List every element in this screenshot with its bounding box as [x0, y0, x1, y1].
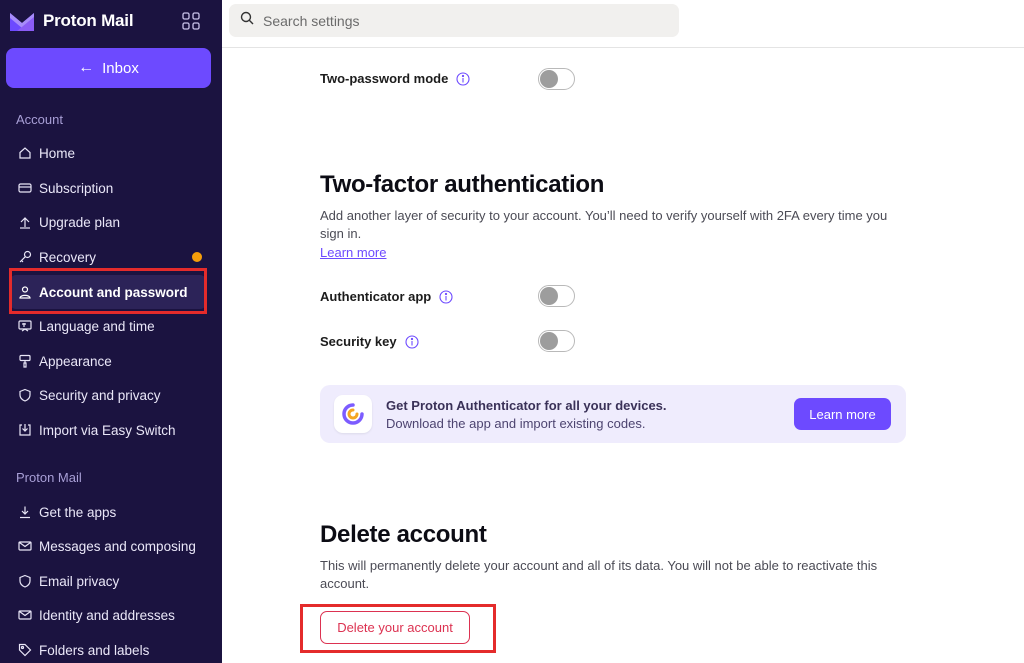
- sidebar-item-label: Home: [39, 145, 76, 161]
- brand[interactable]: Proton Mail: [9, 8, 134, 34]
- sidebar-item-home[interactable]: Home: [10, 136, 206, 170]
- authenticator-app-label: Authenticator app: [320, 289, 432, 304]
- sidebar-item-label: Appearance: [39, 353, 112, 369]
- section-label-proton-mail: Proton Mail: [16, 470, 82, 485]
- two-password-toggle[interactable]: [538, 68, 575, 90]
- sidebar-item-label: Security and privacy: [39, 387, 161, 403]
- inbox-button-label: Inbox: [102, 59, 139, 77]
- envelope-icon: [18, 539, 32, 553]
- twofa-description: Add another layer of security to your ac…: [320, 208, 888, 241]
- info-icon[interactable]: [456, 71, 470, 86]
- sidebar-item-subscription[interactable]: Subscription: [10, 171, 206, 205]
- section-label-account: Account: [16, 112, 63, 127]
- apps-grid-icon[interactable]: [181, 11, 201, 31]
- sidebar-item-upgrade-plan[interactable]: Upgrade plan: [10, 205, 206, 239]
- shield-icon: [18, 388, 32, 402]
- two-password-row: Two-password mode: [320, 71, 470, 86]
- search-box[interactable]: [229, 4, 679, 37]
- tag-icon: [18, 643, 32, 657]
- sidebar-item-label: Identity and addresses: [39, 607, 175, 623]
- envelope-icon: [18, 608, 32, 622]
- security-key-row: Security key: [320, 334, 419, 349]
- card-icon: [18, 181, 32, 195]
- sidebar-item-label: Recovery: [39, 249, 97, 265]
- search-input[interactable]: [263, 12, 663, 29]
- search-icon: [240, 11, 254, 30]
- settings-content: Two-password mode Two-factor authenticat…: [222, 49, 1024, 663]
- sidebar-item-label: Messages and composing: [39, 538, 196, 554]
- sidebar-item-label: Import via Easy Switch: [39, 422, 176, 438]
- sidebar-item-appearance[interactable]: Appearance: [10, 344, 206, 378]
- sidebar-item-folders-and-labels[interactable]: Folders and labels: [10, 633, 206, 663]
- sidebar-item-label: Upgrade plan: [39, 214, 121, 230]
- security-key-toggle[interactable]: [538, 330, 575, 352]
- shield-icon: [18, 574, 32, 588]
- sidebar-item-email-privacy[interactable]: Email privacy: [10, 564, 206, 598]
- sidebar-item-label: Get the apps: [39, 504, 117, 520]
- proton-authenticator-logo-icon: [334, 395, 372, 433]
- info-icon[interactable]: [405, 334, 419, 349]
- info-icon[interactable]: [439, 289, 453, 304]
- proton-logo-icon: [9, 10, 35, 32]
- sidebar-item-messages-and-composing[interactable]: Messages and composing: [10, 529, 206, 563]
- twofa-learn-more-link[interactable]: Learn more: [320, 245, 386, 260]
- sidebar: Proton Mail ← Inbox Account Home Subscri…: [0, 0, 222, 663]
- inbox-button[interactable]: ← Inbox: [6, 48, 211, 88]
- authenticator-promo-banner: Get Proton Authenticator for all your de…: [320, 385, 906, 443]
- sidebar-item-label: Email privacy: [39, 573, 120, 589]
- sidebar-item-get-the-apps[interactable]: Get the apps: [10, 495, 206, 529]
- two-password-label: Two-password mode: [320, 71, 449, 86]
- home-icon: [18, 146, 32, 160]
- sidebar-item-label: Folders and labels: [39, 642, 150, 658]
- promo-learn-more-button[interactable]: Learn more: [794, 398, 891, 430]
- highlight-box: [300, 604, 496, 653]
- toggle-knob: [540, 70, 558, 88]
- sidebar-item-identity-and-addresses[interactable]: Identity and addresses: [10, 598, 206, 632]
- toggle-knob: [540, 287, 558, 305]
- sidebar-item-label: Language and time: [39, 318, 155, 334]
- upgrade-icon: [18, 215, 32, 229]
- key-icon: [18, 250, 32, 264]
- delete-account-description: This will permanently delete your accoun…: [320, 558, 878, 591]
- notification-dot: [192, 252, 202, 262]
- brand-name: Proton Mail: [43, 11, 134, 30]
- brush-icon: [18, 354, 32, 368]
- authenticator-app-row: Authenticator app: [320, 289, 453, 304]
- toggle-knob: [540, 332, 558, 350]
- delete-account-title: Delete account: [320, 521, 487, 548]
- download-icon: [18, 505, 32, 519]
- sidebar-item-import-via-easy-switch[interactable]: Import via Easy Switch: [10, 413, 206, 447]
- twofa-title: Two-factor authentication: [320, 171, 605, 198]
- promo-title: Get Proton Authenticator for all your de…: [386, 398, 667, 413]
- authenticator-app-toggle[interactable]: [538, 285, 575, 307]
- sidebar-item-label: Subscription: [39, 180, 114, 196]
- highlight-box: [9, 268, 207, 314]
- security-key-label: Security key: [320, 334, 397, 349]
- import-icon: [18, 423, 32, 437]
- language-icon: [18, 319, 32, 333]
- top-bar: [222, 0, 1024, 48]
- arrow-left-icon: ←: [78, 59, 95, 76]
- sidebar-item-language-and-time[interactable]: Language and time: [10, 309, 206, 343]
- sidebar-item-security-and-privacy[interactable]: Security and privacy: [10, 378, 206, 412]
- promo-subtitle: Download the app and import existing cod…: [386, 416, 646, 431]
